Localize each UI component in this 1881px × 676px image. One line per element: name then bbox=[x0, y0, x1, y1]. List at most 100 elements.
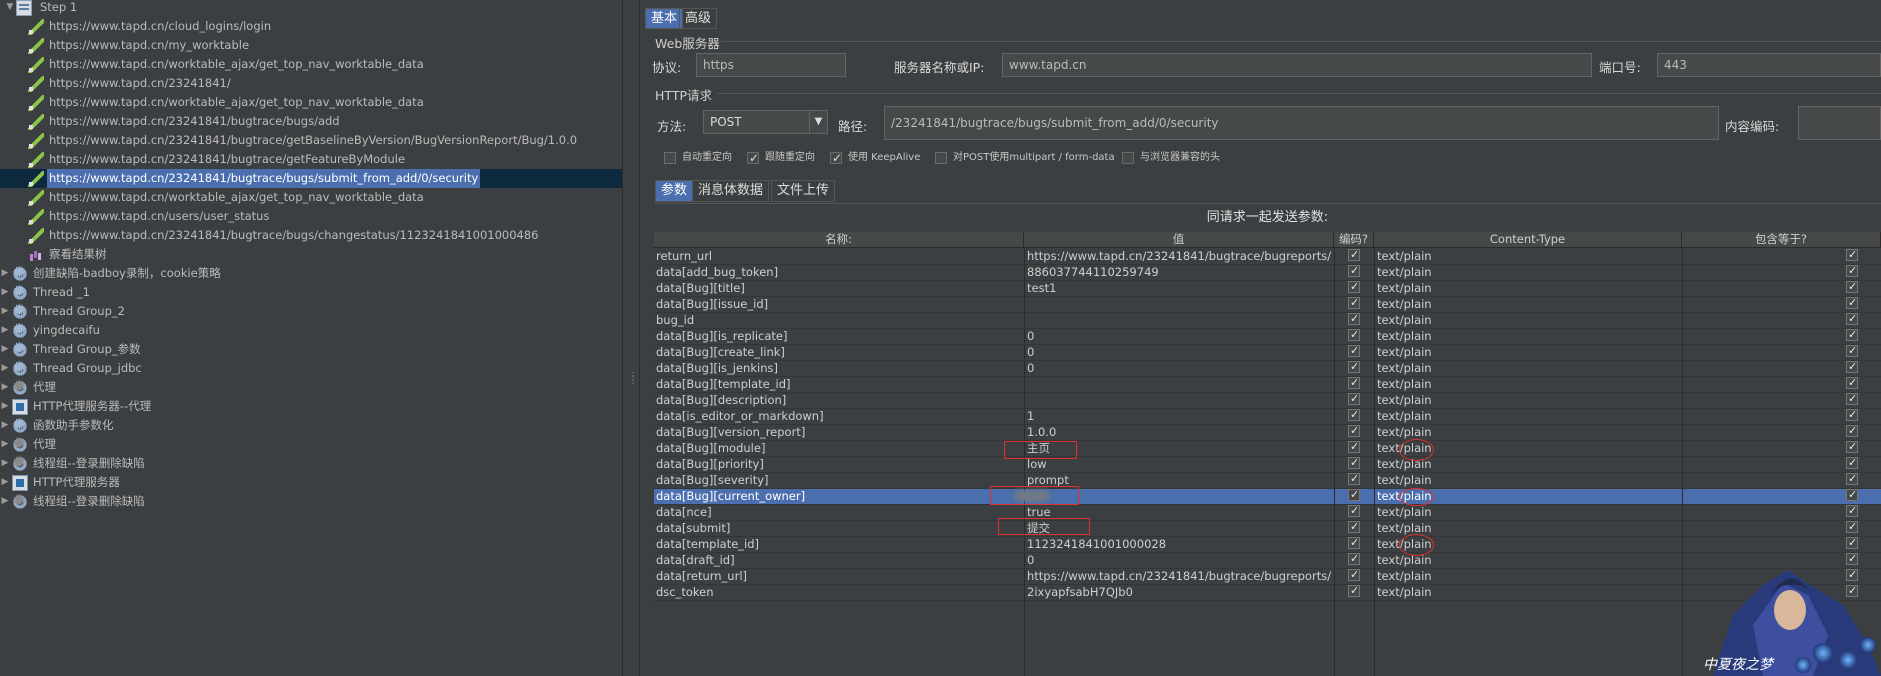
method-select[interactable]: POST ▼ bbox=[703, 110, 828, 134]
param-name-cell[interactable]: return_url bbox=[656, 249, 1022, 264]
tree-item[interactable]: ▶ 创建缺陷-badboy录制，cookie策略 bbox=[0, 263, 620, 283]
tab-parameters[interactable]: 参数 bbox=[655, 180, 694, 202]
tab-basic[interactable]: 基本 bbox=[645, 8, 684, 29]
encode-checkbox[interactable] bbox=[1348, 361, 1360, 373]
expand-right-icon[interactable]: ▶ bbox=[0, 416, 10, 435]
tree-item[interactable]: https://www.tapd.cn/cloud_logins/login bbox=[0, 17, 620, 36]
content-type-cell[interactable]: text/plain bbox=[1377, 265, 1677, 280]
panel-splitter[interactable]: ⋮ ⋮ bbox=[622, 0, 640, 676]
table-row[interactable]: data[Bug][current_owner]text/plain bbox=[654, 489, 1881, 505]
encode-checkbox[interactable] bbox=[1348, 489, 1360, 501]
encode-checkbox[interactable] bbox=[1348, 345, 1360, 357]
expand-right-icon[interactable]: ▶ bbox=[0, 302, 10, 321]
expand-right-icon[interactable]: ▶ bbox=[0, 359, 10, 378]
content-type-cell[interactable]: text/plain bbox=[1377, 377, 1677, 392]
test-plan-tree[interactable]: ▼ Step 1 https://www.tapd.cn/cloud_logins/… bbox=[0, 0, 622, 676]
tree-item[interactable]: https://www.tapd.cn/worktable_ajax/get_t… bbox=[0, 55, 620, 74]
table-row[interactable]: data[Bug][create_link] 0 text/plain bbox=[654, 345, 1881, 361]
include-equals-checkbox[interactable] bbox=[1846, 537, 1858, 549]
checkbox-checked-icon[interactable] bbox=[747, 150, 759, 166]
protocol-input[interactable]: https bbox=[696, 53, 846, 77]
param-name-cell[interactable]: data[Bug][create_link] bbox=[656, 345, 1022, 360]
column-header-encode[interactable]: 编码? bbox=[1334, 232, 1374, 248]
table-row[interactable]: data[Bug][title] test1 text/plain bbox=[654, 281, 1881, 297]
follow-redirect-checkbox[interactable]: 跟随重定向 bbox=[747, 150, 837, 166]
include-equals-checkbox[interactable] bbox=[1846, 441, 1858, 453]
auto-redirect-checkbox[interactable]: 自动重定向 bbox=[664, 150, 754, 166]
table-row[interactable]: data[Bug][template_id] text/plain bbox=[654, 377, 1881, 393]
tree-item[interactable]: https://www.tapd.cn/23241841/bugtrace/bu… bbox=[0, 169, 620, 188]
param-name-cell[interactable]: data[Bug][severity] bbox=[656, 473, 1022, 488]
checkbox-icon[interactable] bbox=[1122, 152, 1134, 164]
table-row[interactable]: data[Bug][description] text/plain bbox=[654, 393, 1881, 409]
tree-item[interactable]: ▶ Thread Group_参数 bbox=[0, 339, 620, 359]
tree-item[interactable]: ▶ HTTP代理服务器--代理 bbox=[0, 397, 620, 416]
include-equals-checkbox[interactable] bbox=[1846, 313, 1858, 325]
include-equals-checkbox[interactable] bbox=[1846, 489, 1858, 501]
tree-item[interactable]: ▶ yingdecaifu bbox=[0, 320, 620, 340]
encode-checkbox[interactable] bbox=[1348, 377, 1360, 389]
content-encoding-input[interactable] bbox=[1798, 106, 1881, 140]
expand-right-icon[interactable]: ▶ bbox=[0, 435, 10, 454]
browser-compatible-headers-checkbox[interactable]: 与浏览器兼容的头 bbox=[1122, 150, 1262, 166]
content-type-cell[interactable]: text/plain bbox=[1377, 249, 1677, 264]
encode-checkbox[interactable] bbox=[1348, 281, 1360, 293]
tree-item[interactable]: ▶ Thread _1 bbox=[0, 282, 620, 302]
include-equals-checkbox[interactable] bbox=[1846, 425, 1858, 437]
encode-checkbox[interactable] bbox=[1348, 313, 1360, 325]
include-equals-checkbox[interactable] bbox=[1846, 457, 1858, 469]
expand-right-icon[interactable]: ▶ bbox=[0, 321, 10, 340]
expand-right-icon[interactable]: ▶ bbox=[0, 454, 10, 473]
column-header-value[interactable]: 值 bbox=[1024, 232, 1334, 248]
param-name-cell[interactable]: data[return_url] bbox=[656, 569, 1022, 584]
content-type-cell[interactable]: text/plain bbox=[1377, 393, 1677, 408]
include-equals-checkbox[interactable] bbox=[1846, 281, 1858, 293]
tab-files-upload[interactable]: 文件上传 bbox=[771, 180, 836, 202]
content-type-cell[interactable]: text/plain bbox=[1377, 409, 1677, 424]
expand-right-icon[interactable]: ▶ bbox=[0, 492, 10, 511]
param-value-cell[interactable]: low bbox=[1027, 457, 1332, 472]
param-name-cell[interactable]: data[Bug][issue_id] bbox=[656, 297, 1022, 312]
tree-item[interactable]: ▶ 线程组--登录删除缺陷 bbox=[0, 453, 620, 473]
keepalive-checkbox[interactable]: 使用 KeepAlive bbox=[830, 150, 940, 166]
param-value-cell[interactable]: 0 bbox=[1027, 553, 1332, 568]
include-equals-checkbox[interactable] bbox=[1846, 345, 1858, 357]
tab-body-data[interactable]: 消息体数据 bbox=[692, 180, 770, 202]
expand-right-icon[interactable]: ▶ bbox=[0, 340, 10, 359]
encode-checkbox[interactable] bbox=[1348, 521, 1360, 533]
table-row[interactable]: data[Bug][is_replicate] 0 text/plain bbox=[654, 329, 1881, 345]
include-equals-checkbox[interactable] bbox=[1846, 473, 1858, 485]
splitter-grip-icon[interactable]: ⋮ ⋮ bbox=[628, 372, 638, 389]
table-row[interactable]: return_url https://www.tapd.cn/23241841/b… bbox=[654, 249, 1881, 265]
param-value-cell[interactable]: 1123241841001000028 bbox=[1027, 537, 1332, 552]
server-input[interactable]: www.tapd.cn bbox=[1002, 53, 1592, 77]
tree-item[interactable]: https://www.tapd.cn/23241841/bugtrace/bu… bbox=[0, 112, 620, 131]
tab-advanced[interactable]: 高级 bbox=[679, 8, 718, 29]
encode-checkbox[interactable] bbox=[1348, 249, 1360, 261]
param-value-cell[interactable]: 0 bbox=[1027, 345, 1332, 360]
content-type-cell[interactable]: text/plain bbox=[1377, 585, 1677, 600]
content-type-cell[interactable]: text/plain bbox=[1377, 281, 1677, 296]
param-name-cell[interactable]: data[Bug][template_id] bbox=[656, 377, 1022, 392]
include-equals-checkbox[interactable] bbox=[1846, 297, 1858, 309]
path-input[interactable]: /23241841/bugtrace/bugs/submit_from_add/… bbox=[884, 106, 1719, 140]
encode-checkbox[interactable] bbox=[1348, 537, 1360, 549]
expand-right-icon[interactable]: ▶ bbox=[0, 473, 10, 492]
param-name-cell[interactable]: data[nce] bbox=[656, 505, 1022, 520]
tree-item[interactable]: ▶ Thread Group_jdbc bbox=[0, 358, 620, 378]
param-name-cell[interactable]: data[template_id] bbox=[656, 537, 1022, 552]
encode-checkbox[interactable] bbox=[1348, 297, 1360, 309]
param-value-cell[interactable]: test1 bbox=[1027, 281, 1332, 296]
param-name-cell[interactable]: dsc_token bbox=[656, 585, 1022, 600]
include-equals-checkbox[interactable] bbox=[1846, 361, 1858, 373]
encode-checkbox[interactable] bbox=[1348, 569, 1360, 581]
encode-checkbox[interactable] bbox=[1348, 553, 1360, 565]
content-type-cell[interactable]: text/plain bbox=[1377, 425, 1677, 440]
chevron-down-icon[interactable]: ▼ bbox=[809, 111, 827, 133]
multipart-checkbox[interactable]: 对POST使用multipart / form-data bbox=[935, 150, 1125, 166]
include-equals-checkbox[interactable] bbox=[1846, 265, 1858, 277]
param-value-cell[interactable]: 1 bbox=[1027, 409, 1332, 424]
tree-item[interactable]: https://www.tapd.cn/23241841/bugtrace/ge… bbox=[0, 131, 620, 150]
table-row[interactable]: data[Bug][module]主页text/plain bbox=[654, 441, 1881, 457]
content-type-cell[interactable]: text/plain bbox=[1377, 345, 1677, 360]
